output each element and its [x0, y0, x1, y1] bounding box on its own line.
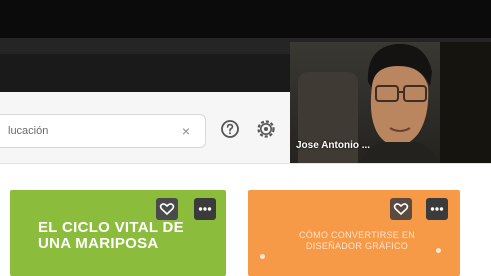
card-disenador[interactable]: CÓMO CONVERTIRSE EN DISEÑADOR GRÁFICO [248, 190, 460, 276]
search-input[interactable] [0, 115, 170, 147]
more-icon [430, 207, 444, 211]
more-icon [198, 207, 212, 211]
decorative-dot [260, 254, 265, 259]
gear-icon[interactable] [255, 118, 277, 140]
heart-icon [159, 203, 175, 216]
participant-video[interactable]: Jose Antonio ... [290, 42, 491, 163]
decorative-dot [436, 248, 441, 253]
favorite-button[interactable] [390, 198, 412, 220]
card-title: CÓMO CONVERTIRSE EN DISEÑADOR GRÁFICO [298, 230, 416, 251]
more-options-button[interactable] [194, 198, 216, 220]
video-background-curtain [440, 42, 491, 163]
card-mariposa[interactable]: EL CICLO VITAL DE UNA MARIPOSA [10, 190, 226, 276]
favorite-button[interactable] [156, 198, 178, 220]
help-circle-icon[interactable] [219, 118, 241, 140]
participant-face [360, 43, 438, 163]
top-bar [0, 0, 491, 38]
heart-icon [393, 203, 409, 216]
card-title: EL CICLO VITAL DE UNA MARIPOSA [38, 219, 184, 252]
more-options-button[interactable] [426, 198, 448, 220]
clear-search-icon[interactable]: × [178, 123, 194, 139]
search-box[interactable]: × [0, 114, 206, 148]
participant-name: Jose Antonio ... [296, 140, 371, 151]
